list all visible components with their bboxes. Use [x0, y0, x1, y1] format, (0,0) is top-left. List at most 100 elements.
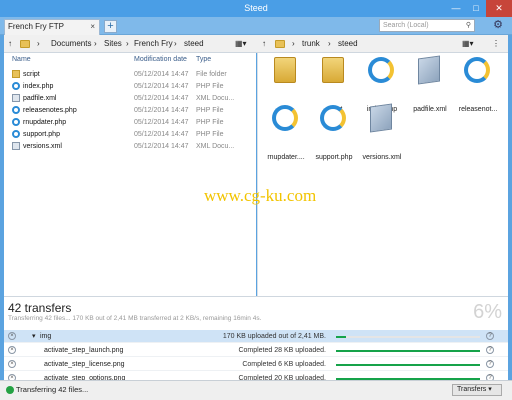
cancel-transfer-icon[interactable]: × — [8, 346, 16, 354]
file-tile[interactable]: versions.xml — [358, 103, 406, 161]
chevron-right-icon: › — [328, 39, 331, 48]
folder-icon — [322, 57, 344, 83]
php-icon — [464, 57, 490, 83]
list-item[interactable]: index.php 05/12/2014 14:47 PHP File — [4, 81, 256, 93]
file-name: versions.xml — [362, 154, 402, 161]
transfer-progress — [336, 350, 480, 352]
php-icon — [368, 57, 394, 83]
up-arrow-icon[interactable]: ↑ — [262, 38, 266, 50]
remote-file-pane: imgscriptindex.phppadfile.xmlreleasenot.… — [257, 53, 508, 296]
search-icon[interactable]: ⚲ — [466, 20, 471, 31]
breadcrumb-item[interactable]: French Fry — [134, 38, 173, 50]
file-name: versions.xml — [12, 141, 62, 153]
collapse-icon[interactable]: ▾ — [32, 330, 36, 343]
list-item[interactable]: support.php 05/12/2014 14:47 PHP File — [4, 129, 256, 141]
window-title: Steed — [244, 3, 268, 13]
status-bar: Transferring 42 files... Transfers ▾ — [0, 380, 512, 400]
list-item[interactable]: rnupdater.php 05/12/2014 14:47 PHP File — [4, 117, 256, 129]
transfer-row[interactable]: × ▾ img 170 KB uploaded out of 2,41 MB.? — [4, 330, 508, 343]
add-tab-button[interactable]: + — [104, 20, 117, 33]
breadcrumb-item[interactable]: steed — [184, 38, 204, 50]
info-icon[interactable]: ? — [486, 346, 494, 354]
gear-icon[interactable]: ⚙ — [491, 18, 505, 32]
transfer-progress-fill — [336, 350, 480, 352]
file-tile[interactable]: rnupdater.... — [262, 103, 310, 161]
chevron-right-icon: › — [94, 39, 97, 48]
transfer-row[interactable]: × activate_step_license.png Completed 6 KB… — [4, 358, 508, 371]
transfer-status: Completed 28 KB uploaded. — [238, 347, 326, 354]
file-name-label: index.php — [23, 83, 54, 90]
column-header-type[interactable]: Type — [196, 56, 211, 63]
list-item[interactable]: script 05/12/2014 14:47 File folder — [4, 69, 256, 81]
cancel-transfer-icon[interactable]: × — [8, 332, 16, 340]
transfers-subtitle: Transferring 42 files... 170 KB out of 2… — [8, 315, 262, 322]
tab-close-icon[interactable]: × — [90, 20, 95, 34]
file-date: 05/12/2014 14:47 — [134, 95, 189, 102]
chevron-right-icon: › — [292, 39, 295, 48]
file-tile[interactable]: padfile.xml — [406, 55, 454, 113]
transfers-title: 42 transfers — [8, 301, 72, 315]
watermark-text: www.cg-ku.com — [204, 186, 317, 205]
file-name: releasenot... — [458, 106, 498, 113]
cancel-transfer-icon[interactable]: × — [8, 360, 16, 368]
list-item[interactable]: releasenotes.php 05/12/2014 14:47 PHP File — [4, 105, 256, 117]
php-icon — [12, 118, 20, 127]
file-type: PHP File — [196, 107, 224, 114]
transfer-name: activate_step_launch.png — [44, 347, 124, 354]
file-name-label: releasenotes.php — [23, 107, 77, 114]
xml-icon — [370, 103, 392, 133]
view-toggle-icon[interactable]: ▦▾ — [235, 38, 247, 50]
file-type: XML Docu... — [196, 143, 235, 150]
transfer-name: activate_step_license.png — [44, 361, 125, 368]
file-type: PHP File — [196, 119, 224, 126]
title-bar: Steed — □ ✕ — [0, 0, 512, 17]
column-header-modified[interactable]: Modification date — [134, 56, 187, 63]
info-icon[interactable]: ? — [486, 360, 494, 368]
folder-icon — [20, 38, 30, 50]
list-item[interactable]: versions.xml 05/12/2014 14:47 XML Docu... — [4, 141, 256, 153]
column-header-name[interactable]: Name — [12, 56, 31, 63]
status-text: Transferring 42 files... — [16, 385, 89, 394]
transfer-progress — [336, 336, 480, 338]
transfer-row[interactable]: × activate_step_launch.png Completed 28 KB… — [4, 344, 508, 357]
folder-icon — [275, 38, 285, 50]
file-name: support.php — [12, 129, 60, 141]
file-name-label: script — [23, 71, 40, 78]
breadcrumb-item[interactable]: Sites — [104, 38, 122, 50]
transfer-progress — [336, 364, 480, 366]
php-icon — [272, 105, 298, 131]
search-input[interactable]: Search (Local) ⚲ — [379, 19, 475, 32]
folder-icon — [12, 70, 20, 79]
chevron-right-icon: › — [126, 39, 129, 48]
file-name: padfile.xml — [12, 93, 56, 105]
file-type: File folder — [196, 71, 227, 78]
file-name-label: support.php — [23, 131, 60, 138]
transfer-status: 170 KB uploaded out of 2,41 MB. — [222, 333, 326, 340]
php-icon — [320, 105, 346, 131]
transfers-percent: 6% — [473, 301, 502, 323]
file-tile[interactable]: support.php — [310, 103, 358, 161]
status-icon — [6, 386, 14, 394]
transfers-panel: 42 transfers Transferring 42 files... 17… — [4, 296, 508, 390]
transfers-dropdown[interactable]: Transfers ▾ — [452, 384, 502, 396]
list-item[interactable]: padfile.xml 05/12/2014 14:47 XML Docu... — [4, 93, 256, 105]
php-icon — [12, 82, 20, 91]
file-name: releasenotes.php — [12, 105, 77, 117]
close-button[interactable]: ✕ — [486, 0, 512, 17]
file-name: index.php — [12, 81, 53, 93]
file-date: 05/12/2014 14:47 — [134, 83, 189, 90]
up-arrow-icon[interactable]: ↑ — [8, 38, 12, 50]
breadcrumb-item[interactable]: trunk — [302, 38, 320, 50]
maximize-button[interactable]: □ — [466, 0, 486, 17]
settings-icon[interactable]: ⋮ — [492, 38, 500, 50]
breadcrumb-item[interactable]: Documents — [51, 38, 91, 50]
breadcrumb-item[interactable]: steed — [338, 38, 358, 50]
info-icon[interactable]: ? — [486, 332, 494, 340]
php-icon — [12, 130, 20, 139]
view-toggle-icon[interactable]: ▦▾ — [462, 38, 474, 50]
xml-icon — [12, 94, 20, 103]
minimize-button[interactable]: — — [446, 0, 466, 17]
file-date: 05/12/2014 14:47 — [134, 131, 189, 138]
tab-french-fry-ftp[interactable]: French Fry FTP × — [4, 19, 100, 35]
file-tile[interactable]: releasenot... — [454, 55, 502, 113]
